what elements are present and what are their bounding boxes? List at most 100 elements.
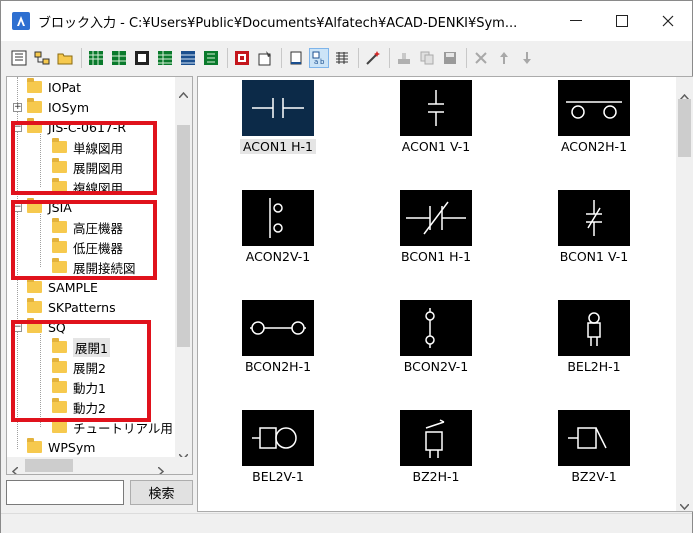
search-input[interactable] [6,480,124,505]
red-grid-icon[interactable] [233,49,251,67]
svg-text:a: a [314,58,318,66]
status-bar [1,513,692,533]
symbol-thumbnail[interactable] [242,190,314,246]
up-arrow-icon[interactable] [495,49,513,67]
symbol-label: ACON1 V-1 [401,139,471,154]
grid-vertical-scrollbar[interactable] [676,77,693,511]
symbol-item[interactable]: BEL2V-1 [208,407,348,507]
minimize-button[interactable] [553,1,599,41]
symbol-item[interactable]: BZ2H-1 [366,407,506,507]
toolbar-separator [281,48,282,68]
symbol-label: BEL2H-1 [567,359,621,374]
symbol-thumbnail[interactable] [558,410,630,466]
symbol-item[interactable]: ACON2V-1 [208,187,348,287]
symbol-item[interactable]: BCON2H-1 [208,297,348,397]
folder-icon [52,418,67,433]
folder-tree[interactable]: + − − − IOPat IOSym JIS-C-0617-R 単線図用 展開… [6,76,193,475]
symbol-thumbnail[interactable] [242,80,314,136]
grid-scroll-thumb[interactable] [678,99,691,157]
search-button[interactable]: 検索 [130,480,193,505]
symbol-thumbnail[interactable] [400,300,472,356]
symbol-thumbnail[interactable] [400,190,472,246]
tree-icon[interactable] [33,49,51,67]
tree-item[interactable]: IOPat [27,77,81,97]
wand-icon[interactable] [364,49,382,67]
down-arrow-icon[interactable] [518,49,536,67]
tree-item[interactable]: SKPatterns [27,297,116,317]
open-library-icon[interactable] [10,49,28,67]
tree-item-label: WPSym [48,439,96,455]
svg-text:b: b [320,58,325,66]
highlight-box [11,200,157,280]
green-grid-icon-6[interactable] [202,49,220,67]
symbol-item[interactable]: BEL2H-1 [524,297,664,397]
window-title: ブロック入力 - C:¥Users¥Public¥Documents¥Alfat… [38,15,518,31]
toolbar-separator [389,48,390,68]
symbol-label: ACON1 H-1 [208,139,348,154]
symbol-item-selected[interactable]: ACON1 H-1 [208,77,348,177]
symbol-thumbnail[interactable] [242,300,314,356]
green-grid-icon-1[interactable] [87,49,105,67]
save-icon[interactable] [441,49,459,67]
symbol-thumbnail[interactable] [558,300,630,356]
scroll-left-icon[interactable] [11,461,19,474]
page-icon[interactable] [287,49,305,67]
small-thumbnails-icon[interactable]: ab [309,48,329,68]
tree-scroll-thumb[interactable] [177,125,190,347]
scroll-up-icon[interactable] [178,83,189,102]
symbol-item[interactable]: BCON2V-1 [366,297,506,397]
tree-item-label: SKPatterns [48,299,116,315]
tree-vertical-scrollbar[interactable] [175,77,192,461]
symbol-label: BCON1 H-1 [400,249,472,264]
stamp-icon[interactable] [395,49,413,67]
tree-horizontal-scrollbar[interactable] [7,457,192,474]
tree-item-label: IOPat [48,79,82,95]
highlight-box [11,121,157,195]
green-grid-icon-2[interactable] [110,49,128,67]
close-button[interactable] [645,1,691,41]
app-icon [12,12,30,30]
title-bar: ブロック入力 - C:¥Users¥Public¥Documents¥Alfat… [1,1,692,41]
symbol-label: BZ2H-1 [412,469,460,484]
symbol-label: BCON2V-1 [403,359,469,374]
scroll-right-icon[interactable] [157,461,165,474]
symbol-label-text: ACON1 H-1 [239,139,317,154]
tree-item[interactable]: SAMPLE [27,277,98,297]
symbol-item[interactable]: BCON1 V-1 [524,187,664,287]
toolbar-separator [466,48,467,68]
symbol-thumbnail[interactable] [558,190,630,246]
symbol-item[interactable]: ACON1 V-1 [366,77,506,177]
tree-item[interactable]: IOSym [27,97,89,117]
symbol-label: ACON2V-1 [245,249,311,264]
folder-icon [27,438,42,453]
tree-item[interactable]: WPSym [27,437,95,457]
properties-icon[interactable] [256,49,274,67]
toolbar: ab [1,43,692,73]
green-grid-icon-3[interactable] [133,49,151,67]
symbol-label: BCON2H-1 [244,359,312,374]
green-grid-icon-4[interactable] [156,49,174,67]
folder-icon [27,298,42,313]
list-icon[interactable] [333,49,351,67]
symbol-thumbnail[interactable] [242,410,314,466]
folder-open-icon[interactable] [56,49,74,67]
symbol-label: ACON2H-1 [560,139,628,154]
symbol-thumbnail[interactable] [400,80,472,136]
symbol-item[interactable]: BCON1 H-1 [366,187,506,287]
tree-hscroll-thumb[interactable] [25,459,73,472]
symbol-thumbnail[interactable] [400,410,472,466]
scroll-down-icon[interactable] [679,495,690,511]
symbol-thumbnail[interactable] [558,80,630,136]
symbol-item[interactable]: BZ2V-1 [524,407,664,507]
symbol-grid[interactable]: ACON1 H-1 ACON1 V-1 ACON2H-1 ACON2V-1 BC… [197,76,693,512]
block-input-window: ブロック入力 - C:¥Users¥Public¥Documents¥Alfat… [0,0,693,533]
symbol-label: BCON1 V-1 [559,249,629,264]
copy-icon[interactable] [418,49,436,67]
green-grid-icon-5[interactable] [179,49,197,67]
delete-icon[interactable] [472,49,490,67]
toolbar-separator [81,48,82,68]
maximize-button[interactable] [599,1,645,41]
tree-expander-iosym[interactable]: + [13,103,22,112]
symbol-item[interactable]: ACON2H-1 [524,77,664,177]
folder-icon [27,78,42,93]
